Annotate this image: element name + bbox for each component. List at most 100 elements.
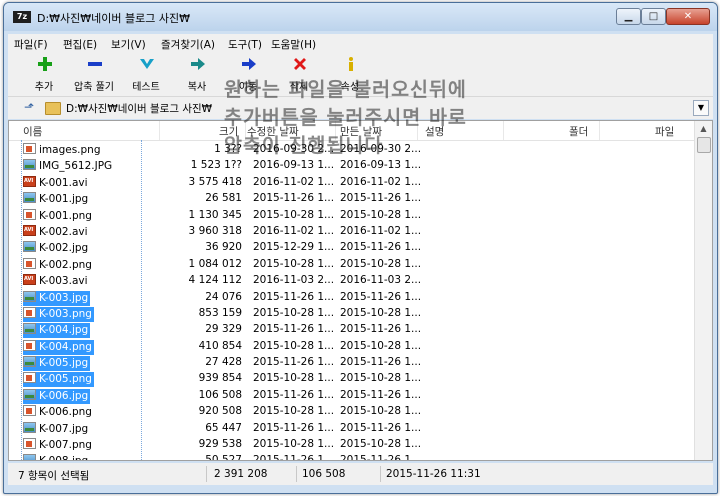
table-row[interactable]: K-007.png 929 538 2015-10-28 1... 2015-10-2… [9, 437, 695, 453]
file-name-cell[interactable]: images.png [23, 143, 103, 158]
scroll-up-icon[interactable]: ▲ [695, 121, 712, 137]
table-row[interactable]: images.png 1 3?? 2016-09-30 2... 2016-09-30… [9, 142, 695, 158]
table-row[interactable]: K-008.jpg 50 527 2015-11-26 1... 2015-11-26… [9, 453, 695, 460]
status-date: 2015-11-26 11:31 [386, 468, 481, 480]
file-name-cell[interactable]: K-001.jpg [23, 192, 90, 207]
col-files[interactable]: 파일 [655, 124, 674, 139]
file-name-cell[interactable]: K-004.jpg [23, 323, 91, 339]
file-name: K-002.jpg [39, 242, 89, 255]
file-name-cell[interactable]: K-001.avi [23, 175, 90, 191]
table-row[interactable]: K-003.png 853 159 2015-10-28 1... 2015-10-2… [9, 306, 695, 322]
file-name-cell[interactable]: K-003.png [23, 306, 94, 322]
file-name-cell[interactable]: K-004.png [23, 339, 94, 355]
minimize-button[interactable]: ▁ [616, 8, 641, 25]
file-name-cell[interactable]: K-003.jpg [23, 290, 91, 306]
table-row[interactable]: K-005.jpg 27 428 2015-11-26 1... 2015-11-26… [9, 355, 695, 372]
table-row[interactable]: K-007.jpg 65 447 2015-11-26 1... 2015-11-26… [9, 421, 695, 437]
table-row[interactable]: K-001.jpg 26 581 2015-11-26 1... 2015-11-26… [9, 191, 695, 207]
table-row[interactable]: IMG_5612.JPG 1 523 1?? 2016-09-13 1... 2016… [9, 158, 695, 174]
col-modified[interactable]: 수정한 날짜 [247, 124, 299, 139]
properties-button-label: 속성 [340, 82, 360, 93]
menu-favorites[interactable]: 즐겨찾기(A) [161, 37, 215, 52]
table-row[interactable]: K-004.jpg 29 329 2015-11-26 1... 2015-11-26… [9, 322, 695, 339]
menu-tools[interactable]: 도구(T) [228, 37, 262, 52]
file-size: 24 076 [205, 290, 242, 303]
status-divider [296, 466, 297, 482]
col-folders[interactable]: 폴더 [569, 124, 588, 139]
table-row[interactable]: K-002.png 1 084 012 2015-10-28 1... 2015-10… [9, 257, 695, 273]
file-name-cell[interactable]: K-003.avi [23, 274, 90, 289]
file-name-cell[interactable]: K-006.png [23, 405, 94, 420]
file-name: K-004.png [39, 340, 92, 353]
file-list[interactable]: 이름 크기 수정한 날짜 만든 날짜 설명 폴더 파일 images.png 1 … [8, 120, 713, 461]
scroll-thumb[interactable] [697, 137, 711, 153]
file-name-cell[interactable]: K-006.jpg [23, 388, 91, 404]
table-row[interactable]: K-005.png 939 854 2015-10-28 1... 2015-10-2… [9, 371, 695, 388]
file-name-cell[interactable]: K-005.png [23, 372, 94, 388]
title-bar[interactable]: 7z D:₩사진₩네이버 블로그 사진₩ ▁ □ ✕ [4, 3, 717, 31]
file-name: K-002.avi [39, 225, 88, 238]
file-name-cell[interactable]: K-005.jpg [23, 356, 91, 372]
delete-button[interactable]: 삭제 [274, 54, 324, 96]
file-name: K-005.png [39, 373, 92, 386]
table-row[interactable]: K-006.png 920 508 2015-10-28 1... 2015-10-2… [9, 404, 695, 420]
toolbar: 추가 압축 풀기 테스트 복사 이동 삭제 속성 [8, 54, 713, 97]
file-size: 3 960 318 [188, 224, 242, 237]
vertical-scrollbar[interactable]: ▲ [694, 121, 712, 460]
copy-button[interactable]: 복사 [172, 54, 222, 96]
png-file-icon [23, 143, 36, 154]
table-row[interactable]: K-003.jpg 24 076 2015-11-26 1... 2015-11-26… [9, 290, 695, 306]
table-row[interactable]: K-006.jpg 106 508 2015-11-26 1... 2015-11-2… [9, 388, 695, 404]
table-row[interactable]: K-001.png 1 130 345 2015-10-28 1... 2015-10… [9, 208, 695, 224]
copy-icon [191, 58, 205, 70]
col-divider[interactable] [417, 121, 418, 140]
col-size[interactable]: 크기 [219, 124, 238, 139]
menu-edit[interactable]: 편집(E) [63, 37, 97, 52]
file-name-cell[interactable]: K-002.png [23, 257, 94, 273]
table-row[interactable]: K-002.jpg 36 920 2015-12-29 1... 2015-11-26… [9, 240, 695, 256]
file-name-cell[interactable]: K-002.avi [23, 224, 90, 240]
col-name[interactable]: 이름 [23, 124, 42, 139]
col-divider[interactable] [159, 121, 160, 140]
menu-file[interactable]: 파일(F) [14, 37, 48, 52]
status-total-size: 2 391 208 [214, 468, 268, 480]
file-name-cell[interactable]: K-008.jpg [23, 454, 90, 460]
file-name-cell[interactable]: K-002.jpg [23, 241, 90, 256]
test-button[interactable]: 테스트 [121, 54, 171, 96]
col-divider[interactable] [335, 121, 336, 140]
move-button[interactable]: 이동 [223, 54, 273, 96]
col-divider[interactable] [245, 121, 246, 140]
table-row[interactable]: K-003.avi 4 124 112 2016-11-03 2... 2016-11… [9, 273, 695, 289]
file-name-cell[interactable]: K-007.png [23, 438, 94, 453]
menu-view[interactable]: 보기(V) [111, 37, 146, 52]
maximize-button[interactable]: □ [641, 8, 666, 25]
file-modified: 2015-11-26 1... [253, 421, 335, 434]
close-button[interactable]: ✕ [666, 8, 710, 25]
file-created: 2015-10-28 1... [340, 405, 422, 418]
address-dropdown-icon[interactable]: ▼ [693, 100, 709, 116]
col-divider[interactable] [503, 121, 504, 140]
up-folder-icon[interactable]: ⬏ [24, 100, 34, 114]
file-modified: 2015-11-26 1... [253, 388, 335, 401]
extract-button[interactable]: 압축 풀기 [69, 54, 119, 96]
avi-file-icon [23, 224, 36, 236]
file-name-cell[interactable]: K-001.png [23, 208, 94, 224]
table-row[interactable]: K-002.avi 3 960 318 2016-11-02 1... 2016-11… [9, 224, 695, 240]
add-button[interactable]: 추가 [19, 54, 69, 96]
table-row[interactable]: K-004.png 410 854 2015-10-28 1... 2015-10-2… [9, 339, 695, 355]
address-path[interactable]: D:₩사진₩네이버 블로그 사진₩ [66, 101, 212, 116]
file-created: 2016-11-02 1... [340, 175, 422, 188]
file-modified: 2015-10-28 1... [253, 257, 335, 270]
menu-help[interactable]: 도움말(H) [271, 37, 316, 52]
jpg-file-icon [23, 241, 36, 253]
col-divider[interactable] [599, 121, 600, 140]
file-modified: 2015-10-28 1... [253, 405, 335, 418]
file-name-cell[interactable]: K-007.jpg [23, 421, 90, 437]
properties-button[interactable]: 속성 [325, 54, 375, 96]
col-comment[interactable]: 설명 [425, 124, 444, 139]
file-created: 2015-10-28 1... [340, 339, 422, 352]
file-name-cell[interactable]: IMG_5612.JPG [23, 159, 114, 174]
col-created[interactable]: 만든 날짜 [340, 124, 382, 139]
file-size: 1 084 012 [188, 257, 242, 270]
table-row[interactable]: K-001.avi 3 575 418 2016-11-02 1... 2016-11… [9, 175, 695, 191]
